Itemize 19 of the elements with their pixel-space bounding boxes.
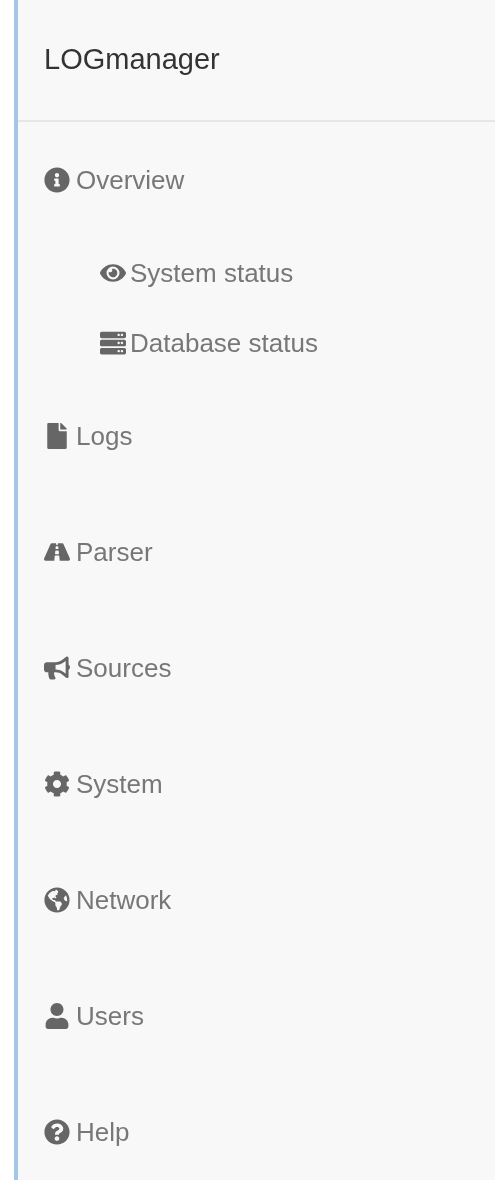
file-icon <box>44 423 70 449</box>
menu-item[interactable]: Help <box>18 1074 495 1180</box>
menu-item[interactable]: Network <box>18 842 495 958</box>
brand-title: LOGmanager <box>44 42 220 78</box>
server-icon <box>100 330 126 356</box>
globe-icon <box>44 887 70 913</box>
menu-item[interactable]: Parser <box>18 494 495 610</box>
menu-item[interactable]: Users <box>18 958 495 1074</box>
menu-item[interactable]: Overview <box>18 122 495 238</box>
user-icon <box>44 1003 70 1029</box>
menu-item[interactable]: Logs <box>18 378 495 494</box>
info-icon <box>44 167 70 193</box>
menu-item[interactable]: Sources <box>18 610 495 726</box>
submenu-item[interactable]: System status <box>18 238 495 308</box>
megaphone-icon <box>44 655 70 681</box>
settings-icon <box>44 771 70 797</box>
help-icon <box>44 1119 70 1145</box>
submenu-item[interactable]: Database status <box>18 308 495 378</box>
menu-item[interactable]: System <box>18 726 495 842</box>
